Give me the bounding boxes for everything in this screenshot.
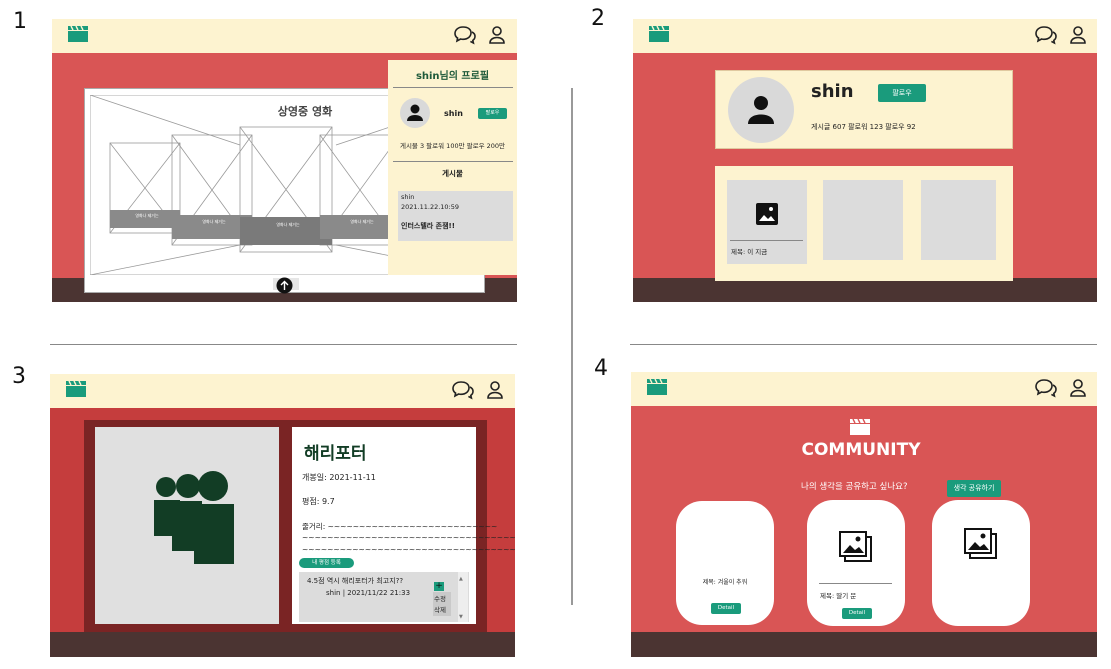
post-card[interactable]: shin 2021.11.22.10:59 인터스텔라 존잼!! (398, 191, 513, 241)
divider (819, 583, 892, 584)
post-text: 인터스텔라 존잼!! (401, 222, 455, 230)
images-icon (964, 528, 997, 559)
clapperboard-logo-icon[interactable] (649, 26, 669, 42)
review-list: 4.5점 역시 해리포터가 최고지?? shin | 2021/11/22 21… (299, 572, 469, 622)
post-date: 2021.11.22.10:59 (401, 203, 460, 211)
movie-poster (95, 427, 279, 624)
now-showing-title: 상영중 영화 (277, 105, 333, 118)
scroll-up-icon[interactable]: ▲ (459, 576, 463, 582)
user-icon[interactable] (484, 380, 506, 400)
edit-button[interactable]: 수정 (434, 593, 446, 603)
horizontal-divider-left (50, 344, 517, 345)
scroll-down-icon[interactable]: ▼ (459, 614, 463, 620)
profile-side-panel: shin님의 프로필 shin 팔로우 게시물 3 팔로워 100만 팔로우 2… (388, 60, 517, 275)
clapperboard-logo-icon[interactable] (647, 379, 667, 395)
panel-2-profile-page: shin 팔로우 게시글 607 팔로워 123 팔로우 92 제목: 이 지금 (633, 19, 1097, 302)
panel-number-3: 3 (12, 364, 26, 389)
community-card[interactable]: 제목: 겨울이 추워 Detail (676, 501, 774, 625)
review-actions: 수정 삭제 (433, 592, 451, 616)
vertical-divider (571, 88, 573, 605)
plot-label: 줄거리: ~~~~~~~~~~~~~~~~~~~~~~~~~~~ (302, 522, 498, 531)
posts-title: 게시물 (442, 169, 463, 178)
post-user: shin (401, 193, 415, 201)
scroll-up-icon[interactable] (276, 277, 293, 294)
chat-icon[interactable] (1035, 25, 1057, 45)
profile-stats: 게시글 607 팔로워 123 팔로우 92 (811, 123, 916, 131)
top-bar (631, 372, 1097, 406)
profile-username: shin (444, 109, 463, 118)
movie-title: 해리포터 (304, 444, 367, 464)
horizontal-divider-right (630, 344, 1097, 345)
chat-icon[interactable] (452, 380, 474, 400)
share-question: 나의 생각을 공유하고 싶나요? (801, 482, 908, 492)
post-card[interactable]: 제목: 이 지금 (727, 180, 807, 264)
movie-info-card: 해리포터 개봉일: 2021-11-11 평점: 9.7 줄거리: ~~~~~~… (292, 427, 515, 624)
review-text: 4.5점 역시 해리포터가 최고지?? (307, 577, 404, 585)
top-bar (633, 19, 1097, 53)
post-caption: 제목: 이 지금 (731, 248, 768, 256)
community-heading: COMMUNITY (801, 440, 921, 460)
user-icon[interactable] (1067, 378, 1089, 398)
post-card[interactable] (823, 180, 903, 260)
delete-button[interactable]: 삭제 (434, 604, 446, 614)
people-icon (154, 471, 234, 564)
panel-1-main-page: 상영중 영화 영화나 제거는 영화나 제거는 영화나 제거는 영화나 제거는 영… (52, 19, 517, 302)
community-card[interactable]: 제목: 딸기 문 Detail (807, 500, 905, 626)
follow-button[interactable]: 팔로우 (878, 84, 926, 102)
panel-4-community: COMMUNITY 나의 생각을 공유하고 싶나요? 생각 공유하기 제목: 겨… (631, 372, 1097, 657)
movie-label: 영화나 제거는 (135, 213, 159, 218)
divider (393, 161, 513, 162)
rating: 평점: 9.7 (302, 497, 335, 506)
top-bar (52, 19, 517, 53)
add-button[interactable]: + (434, 582, 444, 591)
review-meta: shin | 2021/11/22 21:33 (326, 589, 411, 597)
panel-number-4: 4 (594, 356, 608, 381)
detail-button[interactable]: Detail (842, 608, 872, 619)
divider (730, 240, 803, 241)
movie-label: 영화나 제거는 (276, 222, 300, 227)
add-review-button[interactable]: 내 평점 등록 (299, 558, 354, 568)
image-icon (756, 203, 778, 225)
panel-number-1: 1 (13, 9, 27, 34)
clapperboard-logo-icon[interactable] (68, 26, 88, 42)
share-thought-button[interactable]: 생각 공유하기 (947, 480, 1001, 497)
avatar (400, 98, 430, 128)
panel-3-movie-detail: 해리포터 개봉일: 2021-11-11 평점: 9.7 줄거리: ~~~~~~… (50, 374, 515, 657)
clapperboard-logo-icon[interactable] (66, 381, 86, 397)
top-bar (50, 374, 515, 408)
release-date: 개봉일: 2021-11-11 (302, 473, 376, 482)
card-title: 제목: 겨울이 추워 (702, 579, 748, 586)
posts-grid: 제목: 이 지금 (715, 166, 1013, 281)
plot-line: ~~~~~~~~~~~~~~~~~~~~~~~~~~~~~~~~~~~~ (302, 533, 515, 542)
plot-line: ~~~~~~~~~~~~~~~~~~~~~~~~~~~~~~~~~~~~ (302, 545, 515, 554)
user-icon[interactable] (486, 25, 508, 45)
community-card[interactable] (932, 500, 1030, 626)
footer (631, 632, 1097, 657)
footer (50, 632, 515, 657)
detail-button[interactable]: Detail (711, 603, 741, 614)
profile-stats: 게시물 3 팔로워 100만 팔로우 200만 (399, 142, 506, 150)
profile-title: shin님의 프로필 (415, 71, 490, 82)
profile-username: shin (811, 81, 854, 102)
clapperboard-icon (850, 419, 870, 435)
chat-icon[interactable] (454, 25, 476, 45)
user-icon[interactable] (1067, 25, 1089, 45)
images-icon (839, 531, 872, 562)
panel-number-2: 2 (591, 6, 605, 31)
chat-icon[interactable] (1035, 378, 1057, 398)
card-title: 제목: 딸기 문 (820, 592, 857, 600)
follow-button[interactable]: 팔로우 (478, 108, 507, 119)
footer (633, 278, 1097, 302)
divider (393, 87, 513, 88)
profile-card: shin 팔로우 게시글 607 팔로워 123 팔로우 92 (715, 70, 1013, 149)
avatar (728, 77, 794, 143)
post-card[interactable] (921, 180, 996, 260)
